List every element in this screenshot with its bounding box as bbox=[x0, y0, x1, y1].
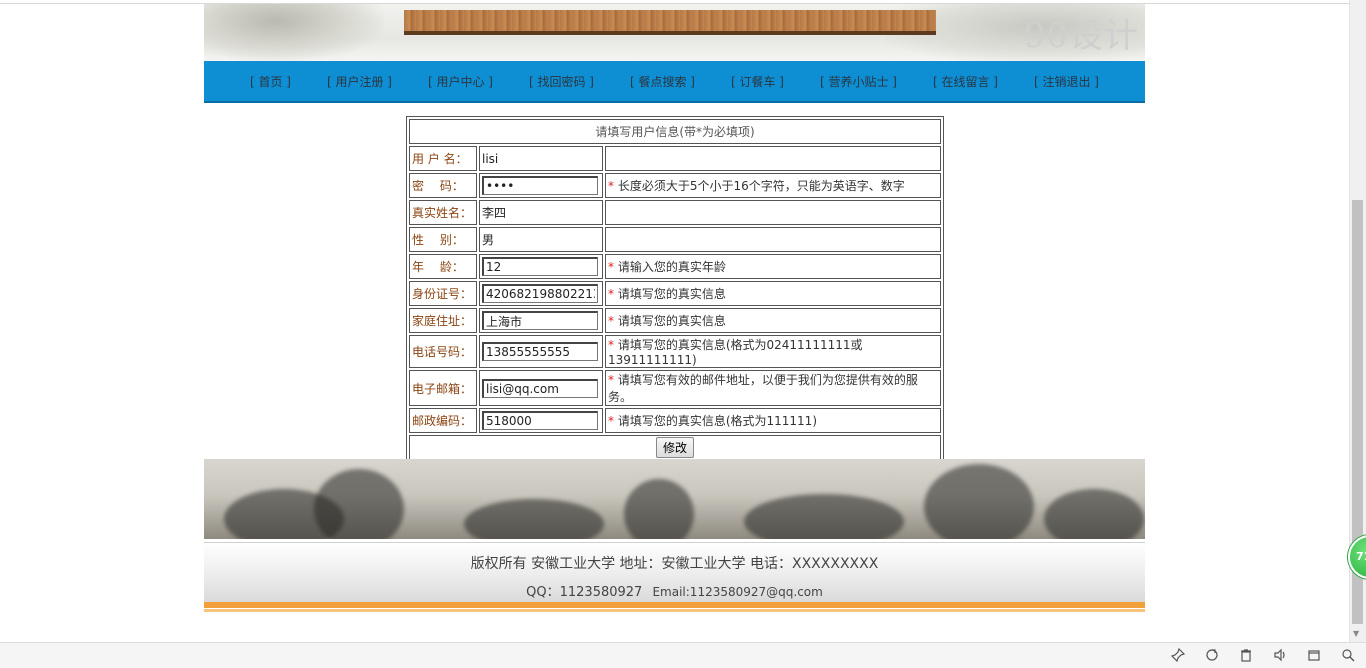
gender-hint bbox=[605, 227, 941, 252]
nav-meal-search[interactable]: [ 餐点搜索 ] bbox=[630, 73, 695, 90]
password-label: 密 码： bbox=[409, 173, 477, 198]
age-hint-text: 请输入您的真实年龄 bbox=[617, 260, 726, 274]
banner-wood-deck bbox=[404, 10, 936, 32]
email-hint-text: 请填写您有效的邮件地址，以便于我们为您提供有效的服务。 bbox=[608, 373, 918, 404]
address-hint-text: 请填写您的真实信息 bbox=[617, 314, 726, 328]
window-icon[interactable] bbox=[1306, 647, 1322, 663]
email-label: 电子邮箱： bbox=[409, 370, 477, 406]
realname-label: 真实姓名： bbox=[409, 200, 477, 225]
zipcode-hint-text: 请填写您的真实信息(格式为111111) bbox=[617, 414, 818, 428]
idcard-hint-text: 请填写您的真实信息 bbox=[617, 287, 726, 301]
address-hint: * 请填写您的真实信息 bbox=[605, 308, 941, 333]
phone-label: 电话号码： bbox=[409, 335, 477, 368]
nav-order-cart[interactable]: [ 订餐车 ] bbox=[731, 73, 784, 90]
address-label: 家庭住址： bbox=[409, 308, 477, 333]
address-field[interactable] bbox=[482, 311, 598, 330]
main-nav: [ 首页 ] [ 用户注册 ] [ 用户中心 ] [ 找回密码 ] [ 餐点搜索… bbox=[204, 61, 1145, 103]
username-value: lisi bbox=[479, 146, 603, 171]
required-star: * bbox=[608, 314, 614, 328]
nav-recover-password[interactable]: [ 找回密码 ] bbox=[529, 73, 594, 90]
search-icon[interactable] bbox=[1340, 647, 1356, 663]
required-star: * bbox=[608, 179, 614, 193]
form-table: 请填写用户信息(带*为必填项) 用 户 名： lisi 密 码： * 长度必须大… bbox=[406, 116, 944, 463]
required-star: * bbox=[608, 414, 614, 428]
user-info-form: 请填写用户信息(带*为必填项) 用 户 名： lisi 密 码： * 长度必须大… bbox=[406, 116, 944, 463]
idcard-field[interactable] bbox=[482, 284, 598, 303]
page-container: 90设计 [ 首页 ] [ 用户注册 ] [ 用户中心 ] [ 找回密码 ] [… bbox=[204, 4, 1145, 463]
banner-wood-edge bbox=[404, 31, 936, 35]
ink-landscape-image bbox=[204, 459, 1145, 539]
required-star: * bbox=[608, 287, 614, 301]
username-label: 用 户 名： bbox=[409, 146, 477, 171]
browser-status-bar bbox=[0, 642, 1366, 668]
email-hint: * 请填写您有效的邮件地址，以便于我们为您提供有效的服务。 bbox=[605, 370, 941, 406]
footer-contact: QQ：1123580927 Email:1123580927@qq.com bbox=[204, 581, 1145, 600]
header-banner: 90设计 bbox=[204, 4, 1145, 61]
trash-icon[interactable] bbox=[1238, 647, 1254, 663]
footer-copyright: 版权所有 安徽工业大学 地址：安徽工业大学 电话：XXXXXXXXX bbox=[470, 556, 879, 572]
scroll-down-arrow-icon[interactable]: ▼ bbox=[1353, 629, 1359, 638]
footer-orange-stripe bbox=[204, 602, 1145, 608]
nav-home[interactable]: [ 首页 ] bbox=[250, 73, 291, 90]
age-field[interactable] bbox=[482, 257, 598, 276]
idcard-hint: * 请填写您的真实信息 bbox=[605, 281, 941, 306]
idcard-label: 身份证号： bbox=[409, 281, 477, 306]
email-field[interactable] bbox=[482, 378, 598, 398]
zipcode-field[interactable] bbox=[482, 411, 598, 430]
footer-email: Email:1123580927@qq.com bbox=[652, 585, 823, 599]
banner-watermark: 90设计 bbox=[1023, 16, 1139, 56]
zipcode-label: 邮政编码： bbox=[409, 408, 477, 433]
phone-hint: * 请填写您的真实信息(格式为02411111111或13911111111) bbox=[605, 335, 941, 368]
required-star: * bbox=[608, 338, 614, 352]
site-footer: 版权所有 安徽工业大学 地址：安徽工业大学 电话：XXXXXXXXX QQ：11… bbox=[204, 542, 1145, 603]
nav-guestbook[interactable]: [ 在线留言 ] bbox=[933, 73, 998, 90]
rotate-icon[interactable] bbox=[1204, 647, 1220, 663]
password-field[interactable] bbox=[482, 176, 598, 195]
zipcode-hint: * 请填写您的真实信息(格式为111111) bbox=[605, 408, 941, 433]
nav-logout[interactable]: [ 注销退出 ] bbox=[1034, 73, 1099, 90]
gender-label: 性 别： bbox=[409, 227, 477, 252]
form-heading: 请填写用户信息(带*为必填项) bbox=[409, 119, 941, 144]
gender-value: 男 bbox=[479, 227, 603, 252]
password-hint-text: 长度必须大于5个小于16个字符，只能为英语字、数字 bbox=[617, 179, 905, 193]
nav-register[interactable]: [ 用户注册 ] bbox=[327, 73, 392, 90]
age-hint: * 请输入您的真实年龄 bbox=[605, 254, 941, 279]
phone-field[interactable] bbox=[482, 342, 598, 361]
banner-mist-left bbox=[204, 4, 384, 61]
modify-button[interactable]: 修改 bbox=[655, 437, 694, 458]
form-footer: 修改 bbox=[409, 435, 941, 460]
phone-hint-text: 请填写您的真实信息(格式为02411111111或13911111111) bbox=[608, 338, 863, 367]
age-label: 年 龄： bbox=[409, 254, 477, 279]
realname-hint bbox=[605, 200, 941, 225]
realname-value: 李四 bbox=[479, 200, 603, 225]
password-hint: * 长度必须大于5个小于16个字符，只能为英语字、数字 bbox=[605, 173, 941, 198]
nav-user-center[interactable]: [ 用户中心 ] bbox=[428, 73, 493, 90]
footer-orange-stripe-light bbox=[204, 609, 1145, 612]
speaker-icon[interactable] bbox=[1272, 647, 1288, 663]
required-star: * bbox=[608, 373, 614, 387]
required-star: * bbox=[608, 260, 614, 274]
footer-qq: QQ：1123580927 bbox=[526, 585, 643, 600]
pin-icon[interactable] bbox=[1170, 647, 1186, 663]
username-hint bbox=[605, 146, 941, 171]
nav-nutrition-tips[interactable]: [ 营养小贴士 ] bbox=[820, 73, 897, 90]
